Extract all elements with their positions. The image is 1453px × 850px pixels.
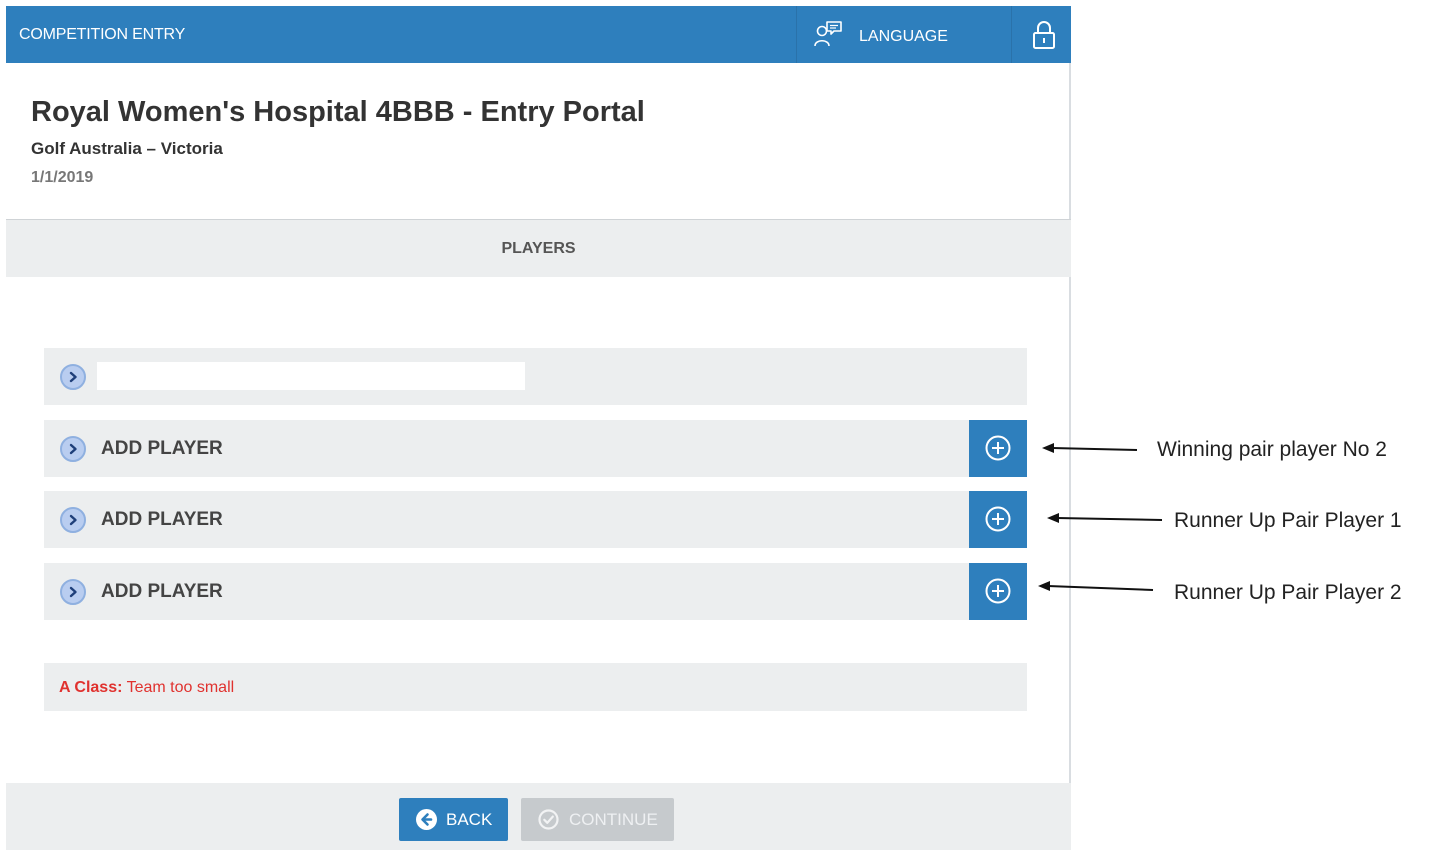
annotation-label: Runner Up Pair Player 1 <box>1174 509 1402 532</box>
top-bar: COMPETITION ENTRY LANGUAGE <box>6 6 1071 63</box>
check-circle-icon <box>538 809 559 830</box>
section-label: PLAYERS <box>501 240 576 257</box>
add-player-button[interactable] <box>969 491 1027 548</box>
app-title: COMPETITION ENTRY <box>19 26 186 43</box>
entry-panel: COMPETITION ENTRY LANGUAGE Royal Women's… <box>6 6 1071 850</box>
annotation-label: Winning pair player No 2 <box>1157 438 1387 461</box>
add-player-row[interactable]: ADD PLAYER <box>44 491 1027 548</box>
validation-message: A Class: Team too small <box>44 663 1027 711</box>
plus-circle-icon <box>985 435 1011 461</box>
page-header: Royal Women's Hospital 4BBB - Entry Port… <box>6 63 1071 219</box>
back-button[interactable]: BACK <box>399 798 508 841</box>
annotation-arrow <box>1038 581 1154 591</box>
lock-button[interactable] <box>1013 6 1071 63</box>
expand-chevron-icon[interactable] <box>60 579 86 605</box>
add-player-button[interactable] <box>969 563 1027 620</box>
language-icon <box>814 21 842 47</box>
add-player-label: ADD PLAYER <box>101 509 223 530</box>
add-player-button[interactable] <box>969 420 1027 477</box>
player-name-field[interactable] <box>97 362 525 390</box>
add-player-row[interactable]: ADD PLAYER <box>44 563 1027 620</box>
continue-label: CONTINUE <box>569 810 658 829</box>
annotation-arrow <box>1047 513 1163 523</box>
plus-circle-icon <box>985 506 1011 532</box>
lock-icon <box>1033 21 1055 49</box>
annotation-label: Runner Up Pair Player 2 <box>1174 581 1402 604</box>
player-row[interactable] <box>44 348 1027 405</box>
language-button[interactable]: LANGUAGE <box>796 6 1012 63</box>
language-label: LANGUAGE <box>859 28 948 45</box>
back-label: BACK <box>446 810 493 829</box>
footer-bar: BACK CONTINUE <box>6 783 1071 850</box>
add-player-label: ADD PLAYER <box>101 581 223 602</box>
plus-circle-icon <box>985 578 1011 604</box>
section-header: PLAYERS <box>6 219 1071 277</box>
arrow-left-circle-icon <box>416 809 437 830</box>
add-player-label: ADD PLAYER <box>101 438 223 459</box>
annotation-arrow <box>1042 443 1138 453</box>
event-date: 1/1/2019 <box>31 169 94 186</box>
continue-button[interactable]: CONTINUE <box>521 798 674 841</box>
expand-chevron-icon[interactable] <box>60 507 86 533</box>
add-player-row[interactable]: ADD PLAYER <box>44 420 1027 477</box>
expand-chevron-icon[interactable] <box>60 436 86 462</box>
validation-text: Team too small <box>126 679 235 696</box>
expand-chevron-icon[interactable] <box>60 364 86 390</box>
organisation-name: Golf Australia – Victoria <box>31 139 223 158</box>
page-title: Royal Women's Hospital 4BBB - Entry Port… <box>31 96 645 128</box>
validation-class-label: A Class: <box>59 679 123 696</box>
